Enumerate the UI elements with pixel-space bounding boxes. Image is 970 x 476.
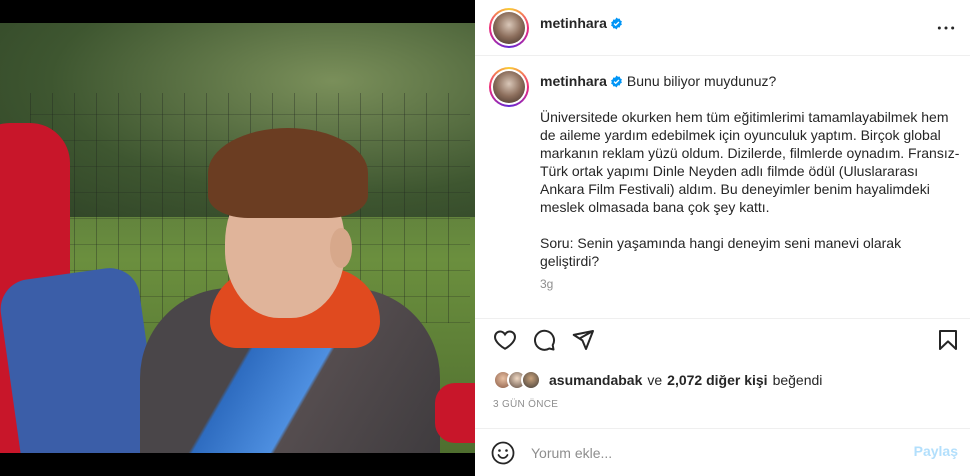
caption-section: metinhara Bunu biliyor muydunuz? Ünivers… xyxy=(475,56,970,318)
first-liker-link[interactable]: asumandabak xyxy=(549,372,642,388)
profile-avatar[interactable] xyxy=(489,8,529,48)
post-photo[interactable] xyxy=(0,23,475,453)
comment-input[interactable] xyxy=(531,442,891,464)
header-username-link[interactable]: metinhara xyxy=(540,15,607,31)
likes-connector: ve xyxy=(647,372,663,388)
likes-suffix: beğendi xyxy=(772,372,823,388)
comment-bar: Paylaş xyxy=(475,428,970,476)
caption-first-line: Bunu biliyor muydunuz? xyxy=(626,73,777,89)
post-date[interactable]: 3 GÜN ÖNCE xyxy=(493,399,558,410)
share-icon[interactable] xyxy=(571,328,595,352)
post-comment-button[interactable]: Paylaş xyxy=(914,443,958,459)
action-bar xyxy=(475,318,970,358)
post-side-panel: metinhara metinhara Bunu biliyor muydunu… xyxy=(475,0,970,476)
likes-count-link[interactable]: 2,072 diğer kişi xyxy=(667,372,767,388)
comment-icon[interactable] xyxy=(532,328,556,352)
caption-text: Üniversitede okurken hem tüm eğitimlerim… xyxy=(540,109,960,269)
caption-username-link[interactable]: metinhara xyxy=(540,73,607,89)
verified-badge-icon xyxy=(610,17,623,35)
liker-avatars[interactable] xyxy=(493,369,543,391)
photo-person xyxy=(130,118,450,453)
caption-time[interactable]: 3g xyxy=(540,277,553,291)
more-options-icon[interactable] xyxy=(936,18,956,38)
likes-summary: asumandabak ve 2,072 diğer kişi beğendi xyxy=(493,368,822,392)
emoji-icon[interactable] xyxy=(491,441,515,465)
caption-avatar[interactable] xyxy=(489,67,529,107)
verified-badge-icon xyxy=(610,75,623,91)
instagram-post-modal: metinhara metinhara Bunu biliyor muydunu… xyxy=(0,0,970,476)
heart-icon[interactable] xyxy=(493,328,517,352)
post-media xyxy=(0,0,475,476)
post-header: metinhara xyxy=(475,0,970,56)
bookmark-icon[interactable] xyxy=(936,328,960,352)
